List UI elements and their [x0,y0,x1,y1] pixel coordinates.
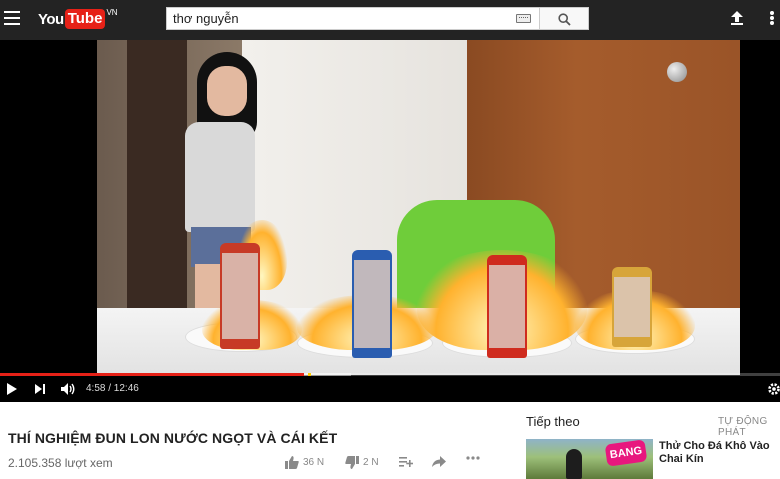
ad-marker [308,373,311,376]
thumbs-down-icon [345,456,359,469]
progress-buffer [304,373,351,376]
logo-tube-text: Tube [64,9,106,29]
video-title: THÍ NGHIỆM ĐUN LON NƯỚC NGỌT VÀ CÁI KẾT [8,430,338,446]
time-display: 4:58 / 12:46 [86,383,139,394]
progress-played [0,373,305,376]
more-horizontal-icon [466,456,480,460]
recommended-video-title[interactable]: Thử Cho Đá Khô Vào Chai Kín [659,440,780,466]
search-icon [558,13,571,26]
upload-icon[interactable] [729,10,745,26]
scene-can [487,255,527,358]
like-count: 36 N [303,457,325,468]
share-icon [432,456,446,467]
recommended-video-thumbnail[interactable]: BANG [526,439,653,479]
player-controls: 4:58 / 12:46 [0,378,780,402]
thumbs-up-icon [285,456,299,469]
add-to-playlist-button[interactable] [399,456,413,468]
thumbnail-bang-badge: BANG [604,439,648,467]
dislike-button[interactable]: 2 N [345,456,379,469]
logo-you-text: You [38,10,64,28]
keyboard-icon[interactable] [516,14,531,23]
video-frame[interactable] [97,40,740,375]
scene-can [612,267,652,347]
dislike-count: 2 N [363,457,379,468]
scene-dark-door [127,40,187,330]
autoplay-toggle-label[interactable]: TỰ ĐỘNG PHÁT [718,416,780,438]
top-bar: You Tube VN [0,0,780,40]
more-actions-button[interactable] [466,456,480,460]
view-count: 2.105.358 lượt xem [8,456,113,470]
like-button[interactable]: 36 N [285,456,324,469]
search-button[interactable] [540,7,589,30]
play-icon[interactable] [6,382,18,396]
share-button[interactable] [432,456,446,468]
youtube-logo[interactable]: You Tube VN [38,7,118,29]
menu-icon[interactable] [4,11,20,25]
more-vertical-icon[interactable] [765,10,779,26]
next-icon[interactable] [34,382,47,396]
scene-door-knob [667,62,687,82]
thumbnail-person [566,449,582,479]
logo-region-text: VN [106,7,118,17]
scene-can [220,243,260,349]
scene-can [352,250,392,358]
settings-icon[interactable] [767,382,780,396]
up-next-heading: Tiếp theo [526,414,580,429]
search-input[interactable] [167,8,497,29]
volume-icon[interactable] [60,382,76,396]
search-box [166,7,540,30]
video-player[interactable]: 4:58 / 12:46 [0,40,780,402]
progress-bar[interactable] [0,373,780,376]
add-to-playlist-icon [399,457,413,467]
